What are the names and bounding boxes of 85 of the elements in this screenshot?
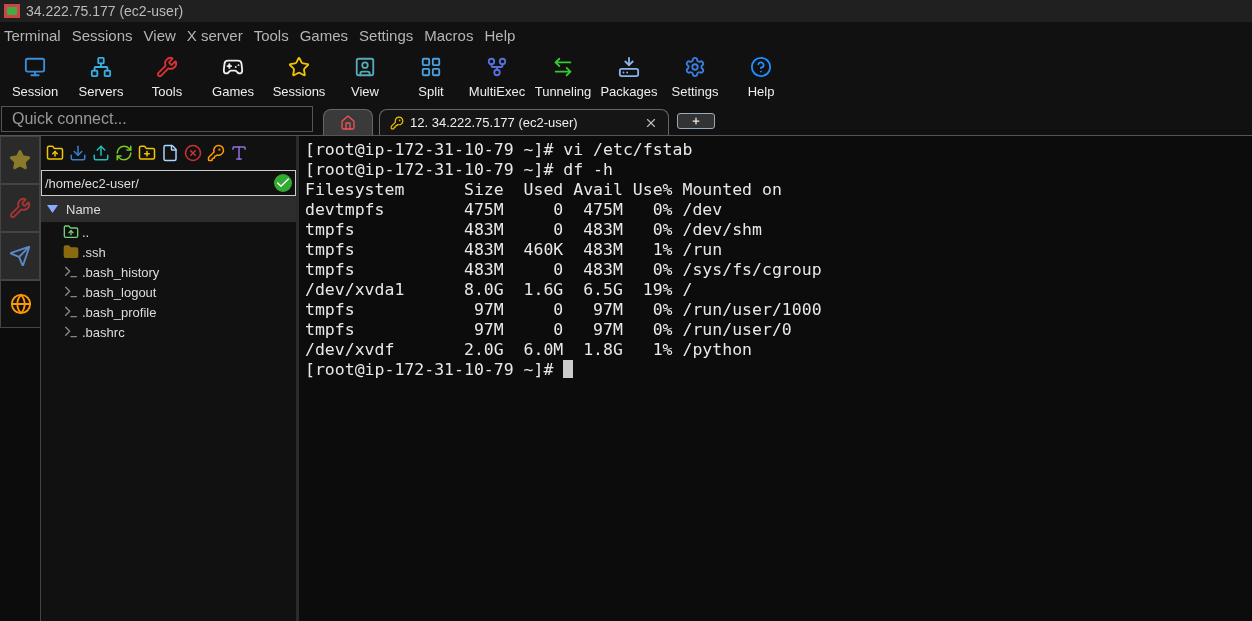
paper-plane-icon — [9, 245, 31, 267]
home-icon — [340, 114, 356, 131]
terminal-line: tmpfs 483M 0 483M 0% /sys/fs/cgroup — [305, 260, 823, 280]
menu-item[interactable]: Terminal — [0, 27, 68, 44]
help-icon — [750, 55, 772, 78]
side-tab[interactable] — [0, 232, 40, 280]
session-tab[interactable]: 12. 34.222.75.177 (ec2-user) — [379, 109, 669, 135]
menu-item[interactable]: Help — [480, 27, 523, 44]
menu-item[interactable]: Games — [295, 27, 356, 44]
terminal-line: [root@ip-172-31-10-79 ~]# df -h — [305, 160, 614, 180]
wrench-icon — [9, 197, 31, 219]
delete-icon[interactable] — [184, 144, 202, 162]
menu-item[interactable]: Settings — [355, 27, 421, 44]
column-header-label: Name — [66, 201, 101, 217]
toolbar-button[interactable]: Settings — [662, 50, 728, 104]
file-icon — [63, 304, 79, 320]
terminal-line: tmpfs 483M 0 483M 0% /dev/shm — [305, 220, 763, 240]
file-name[interactable]: .bash_logout — [82, 284, 157, 300]
key-icon — [390, 115, 404, 130]
terminal-line: /dev/xvda1 8.0G 1.6G 6.5G 19% / — [305, 280, 694, 300]
download-icon[interactable] — [69, 144, 87, 162]
toolbar-button[interactable]: Split — [398, 50, 464, 104]
toolbar-button[interactable]: Games — [200, 50, 266, 104]
path-field[interactable]: /home/ec2-user/ — [41, 170, 296, 196]
home-tab[interactable] — [323, 109, 373, 135]
user-icon — [354, 55, 376, 78]
terminal-line: tmpfs 97M 0 97M 0% /run/user/1000 — [305, 300, 823, 320]
refresh-icon[interactable] — [115, 144, 133, 162]
toolbar-button[interactable]: Servers — [68, 50, 134, 104]
folder-up-icon — [63, 224, 79, 240]
quick-connect-field[interactable]: Quick connect... — [1, 106, 313, 132]
drive-download-icon — [618, 55, 640, 78]
arrows-icon — [552, 55, 574, 78]
fork-icon — [486, 55, 508, 78]
terminal-line: tmpfs 97M 0 97M 0% /run/user/0 — [305, 320, 793, 340]
folder-up-icon[interactable] — [46, 144, 64, 162]
upload-icon[interactable] — [92, 144, 110, 162]
column-header[interactable]: Name — [41, 196, 296, 222]
terminal-prompt: [root@ip-172-31-10-79 ~]# — [305, 360, 555, 379]
terminal-line: devtmpfs 475M 0 475M 0% /dev — [305, 200, 724, 220]
terminal-line: tmpfs 483M 460K 483M 1% /run — [305, 240, 724, 260]
toolbar-button[interactable]: Session — [2, 50, 68, 104]
settings-icon — [684, 55, 706, 78]
grid-icon — [420, 55, 442, 78]
menu-item[interactable]: View — [139, 27, 183, 44]
plus-icon — [691, 116, 701, 126]
file-name[interactable]: .bashrc — [82, 324, 125, 340]
file-name[interactable]: .bash_history — [82, 264, 160, 280]
toolbar-button[interactable]: MultiExec — [464, 50, 530, 104]
file-name[interactable]: .ssh — [82, 244, 106, 260]
terminal-line: Filesystem Size Used Avail Use% Mounted on — [305, 180, 783, 200]
folder-plus-icon[interactable] — [138, 144, 156, 162]
toolbar-button[interactable]: Tunneling — [530, 50, 596, 104]
file-icon — [63, 324, 79, 340]
star-icon — [9, 149, 31, 171]
file-name[interactable]: .bash_profile — [82, 304, 157, 320]
globe-icon — [9, 293, 32, 315]
network-icon — [90, 55, 112, 78]
folder-icon — [63, 244, 79, 260]
menu-item[interactable]: X server — [182, 27, 250, 44]
file-name[interactable]: .. — [82, 224, 90, 240]
app-logo-icon — [4, 4, 20, 18]
toolbar-button[interactable]: View — [332, 50, 398, 104]
window-title: 34.222.75.177 (ec2-user) — [26, 3, 184, 19]
key-icon[interactable] — [207, 144, 225, 162]
text-icon[interactable] — [230, 144, 248, 162]
new-tab-button[interactable] — [677, 113, 715, 129]
toolbar-button[interactable]: Help — [728, 50, 794, 104]
toolbar-button[interactable]: Tools — [134, 50, 200, 104]
side-tab[interactable] — [0, 280, 40, 328]
toolbar-button[interactable]: Sessions — [266, 50, 332, 104]
file-icon[interactable] — [161, 144, 179, 162]
file-icon — [63, 264, 79, 280]
menu-item[interactable]: Sessions — [67, 27, 140, 44]
terminal-line: [root@ip-172-31-10-79 ~]# vi /etc/fstab — [305, 140, 694, 160]
menu-item[interactable]: Macros — [420, 27, 481, 44]
menu-item[interactable]: Tools — [249, 27, 296, 44]
terminal-line: /dev/xvdf 2.0G 6.0M 1.8G 1% /python — [305, 340, 754, 360]
sort-triangle-icon — [47, 205, 58, 213]
wrench-icon — [156, 55, 178, 78]
monitor-icon — [24, 55, 46, 78]
star-icon — [288, 55, 310, 78]
check-icon[interactable] — [274, 174, 292, 192]
file-icon — [63, 284, 79, 300]
toolbar-button[interactable]: Packages — [596, 50, 662, 104]
